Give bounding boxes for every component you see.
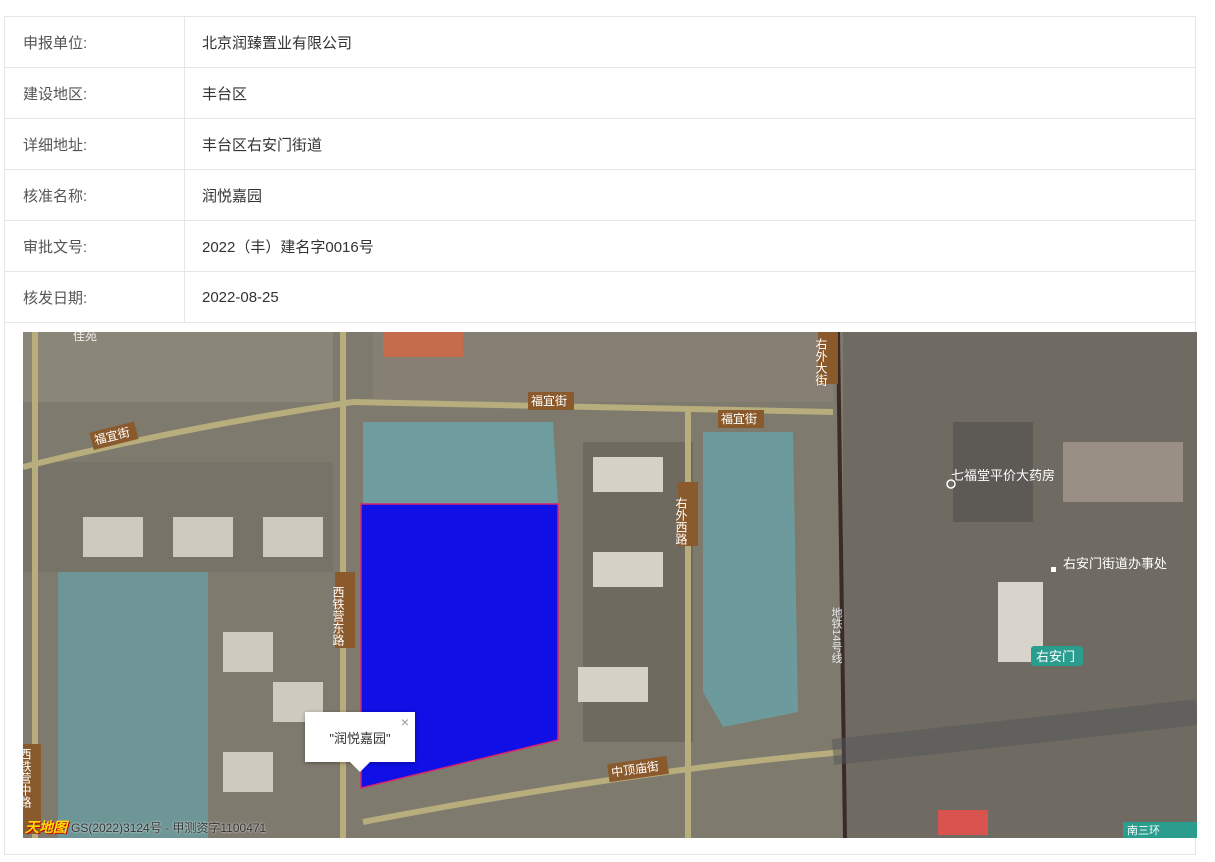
map-attribution: 天地图 GS(2022)3124号 - 甲测资字1100471 [25,817,266,837]
poi-marker-icon [1051,567,1056,572]
field-label-district: 建设地区: [4,67,185,119]
station-label-youanmen: 右安门 [1036,649,1075,664]
field-label-approved-name: 核准名称: [4,169,185,221]
table-row: 核准名称: 润悦嘉园 [4,169,1196,221]
poi-label-qifutang: 七福堂平价大药房 [951,468,1055,483]
popup-pointer [350,762,370,772]
metro-label: 地铁14号线 [830,607,843,664]
popup-text: "润悦嘉园" [329,730,391,746]
table-row: 详细地址: 丰台区右安门街道 [4,118,1196,170]
road-label-xitieying-donglu: 西铁营东路 [331,586,345,647]
table-row: 审批文号: 2022（丰）建名字0016号 [4,220,1196,272]
close-icon[interactable]: × [401,714,409,730]
map-license-text: GS(2022)3124号 - 甲测资字1100471 [71,820,267,835]
info-table: 申报单位: 北京润臻置业有限公司 建设地区: 丰台区 详细地址: 丰台区右安门街… [4,16,1196,323]
field-value-approved-name: 润悦嘉园 [184,169,1196,221]
road-label-nansanhuan: 南三环 [1127,824,1160,837]
road-label-fuyi-2: 福宜街 [721,411,757,426]
satellite-map[interactable]: 福宜街 福宜街 福宜街 右外西路 西铁营东路 右外大街 中顶庙街 西铁营中路 地… [23,332,1197,838]
table-row: 建设地区: 丰台区 [4,67,1196,119]
map-popup: "润悦嘉园" × [305,712,415,772]
field-value-approval-number: 2022（丰）建名字0016号 [184,220,1196,272]
table-row: 核发日期: 2022-08-25 [4,271,1196,323]
field-value-applicant: 北京润臻置业有限公司 [184,16,1196,68]
field-label-applicant: 申报单位: [4,16,185,68]
field-label-issue-date: 核发日期: [4,271,185,323]
field-label-address: 详细地址: [4,118,185,170]
field-value-district: 丰台区 [184,67,1196,119]
field-label-approval-number: 审批文号: [4,220,185,272]
table-row: 申报单位: 北京润臻置业有限公司 [4,16,1196,68]
map-container: 福宜街 福宜街 福宜街 右外西路 西铁营东路 右外大街 中顶庙街 西铁营中路 地… [4,321,1197,855]
road-label-youwai-dajie: 右外大街 [814,337,828,386]
road-label-xitieying-zhonglu: 西铁营中路 [23,748,32,809]
road-label-fuyi-1: 福宜街 [531,393,567,408]
road-label-youwai-xilu: 右外西路 [674,496,688,546]
tianditu-logo: 天地图 [25,819,67,835]
area-label-jiayuan: 佳苑 [73,332,97,343]
field-value-issue-date: 2022-08-25 [184,271,1196,323]
poi-label-street-office: 右安门街道办事处 [1063,556,1167,571]
field-value-address: 丰台区右安门街道 [184,118,1196,170]
